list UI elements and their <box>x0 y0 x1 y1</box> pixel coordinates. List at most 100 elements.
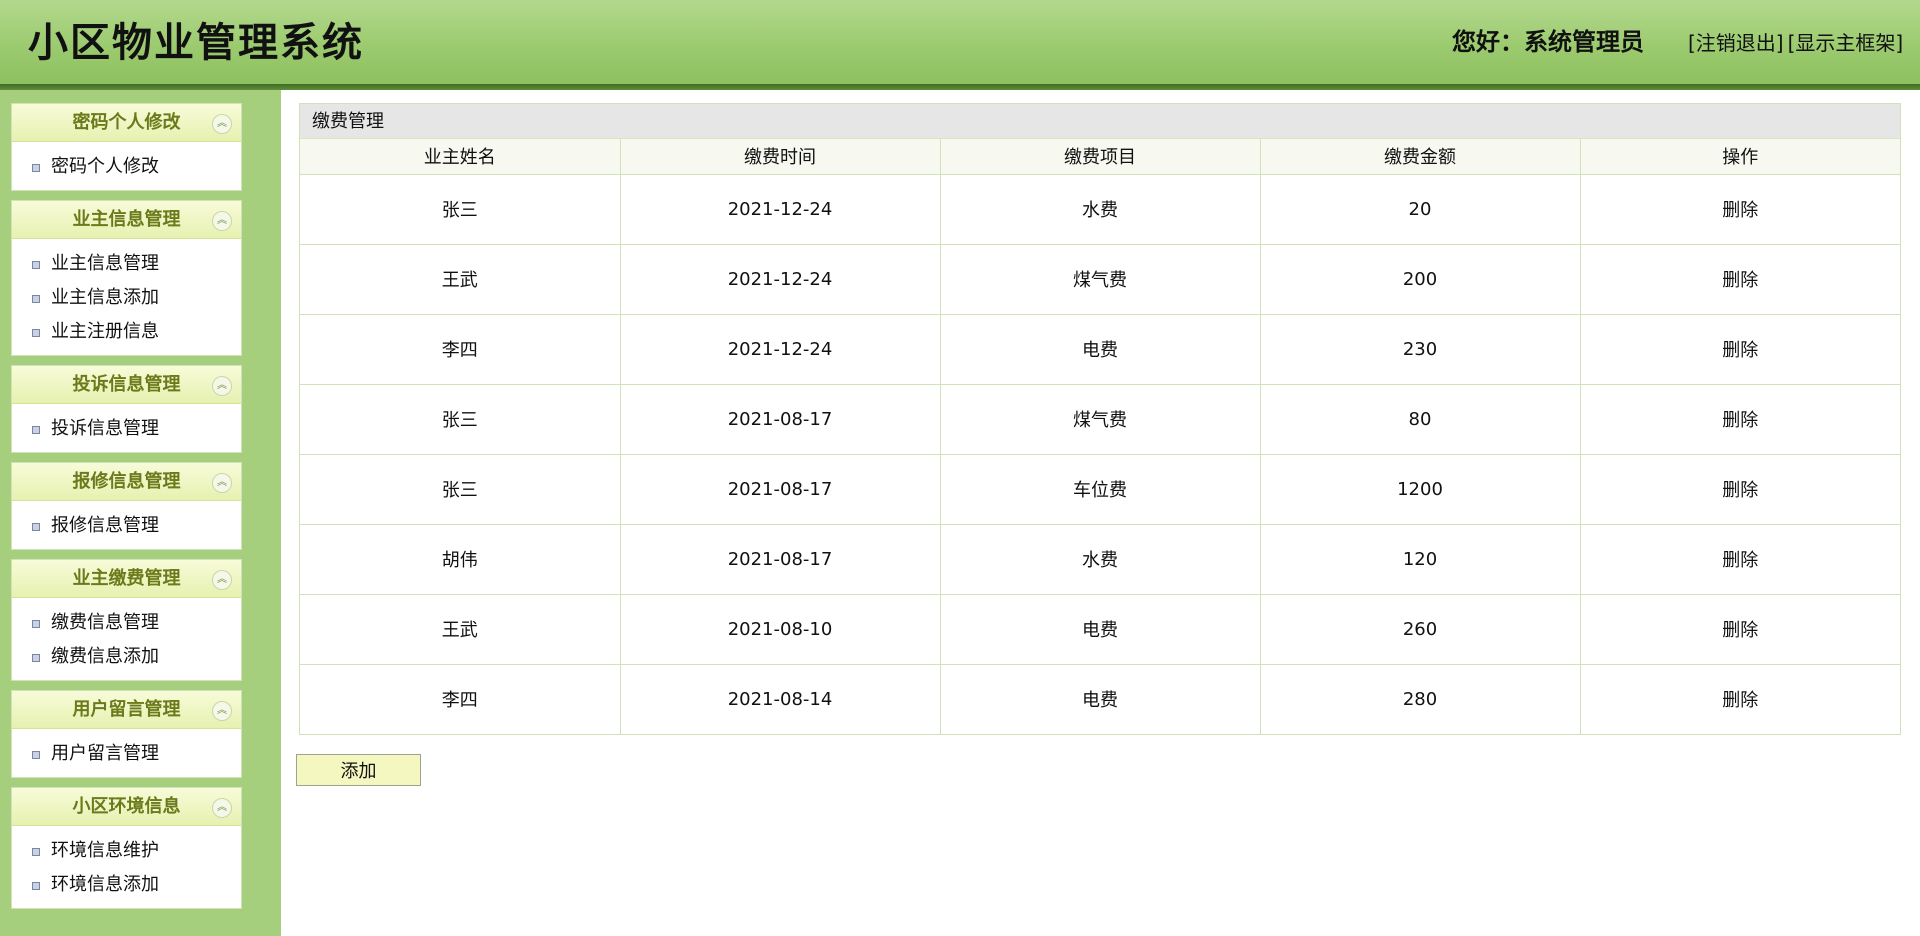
table-row: 张三 2021-12-24 水费 20 删除 <box>300 174 1900 245</box>
menu-group-header[interactable]: 投诉信息管理 ︽ <box>12 366 241 404</box>
sidebar-item-repair-manage[interactable]: 报修信息管理 <box>12 511 241 545</box>
chevron-up-icon[interactable]: ︽ <box>212 376 232 396</box>
payment-item-cell: 电费 <box>940 594 1261 665</box>
payment-amount-cell: 1200 <box>1260 454 1581 525</box>
menu-group-header[interactable]: 用户留言管理 ︽ <box>12 691 241 729</box>
delete-link[interactable]: 删除 <box>1580 454 1900 525</box>
menu-group-title: 报修信息管理 <box>72 471 181 492</box>
payment-item-cell: 水费 <box>940 174 1261 245</box>
menu-group-complaint: 投诉信息管理 ︽ 投诉信息管理 <box>11 365 242 453</box>
menu-group-title: 业主信息管理 <box>72 209 181 230</box>
payment-date-cell: 2021-08-10 <box>620 594 941 665</box>
menu-group-header[interactable]: 业主信息管理 ︽ <box>12 201 241 239</box>
payment-date-cell: 2021-08-17 <box>620 384 941 455</box>
table-row: 王武 2021-08-10 电费 260 删除 <box>300 594 1900 665</box>
delete-link[interactable]: 删除 <box>1580 174 1900 245</box>
greeting-label: 您好： <box>1452 28 1524 56</box>
delete-link[interactable]: 删除 <box>1580 244 1900 315</box>
table-row: 李四 2021-08-14 电费 280 删除 <box>300 664 1900 734</box>
payment-item-cell: 水费 <box>940 524 1261 595</box>
owner-name-cell: 王武 <box>300 594 621 665</box>
sidebar-item-label: 业主注册信息 <box>51 321 159 342</box>
chevron-up-icon[interactable]: ︽ <box>212 701 232 721</box>
payment-panel: 缴费管理 业主姓名 缴费时间 缴费项目 缴费金额 操作 张三 2021-12-2… <box>299 103 1901 735</box>
sidebar-item-label: 环境信息添加 <box>51 874 159 895</box>
payment-amount-cell: 280 <box>1260 664 1581 734</box>
payment-amount-cell: 20 <box>1260 174 1581 245</box>
owner-name-cell: 李四 <box>300 314 621 385</box>
bullet-icon <box>32 523 40 531</box>
sidebar-item-owner-register[interactable]: 业主注册信息 <box>12 317 241 351</box>
payment-item-cell: 煤气费 <box>940 244 1261 315</box>
chevron-up-icon[interactable]: ︽ <box>212 114 232 134</box>
chevron-up-icon[interactable]: ︽ <box>212 570 232 590</box>
sidebar-item-payment-add[interactable]: 缴费信息添加 <box>12 642 241 676</box>
sidebar-item-environment-maintain[interactable]: 环境信息维护 <box>12 836 241 870</box>
bullet-icon <box>32 654 40 662</box>
column-header: 业主姓名 <box>300 139 621 175</box>
owner-name-cell: 张三 <box>300 174 621 245</box>
sidebar-item-label: 投诉信息管理 <box>51 418 159 439</box>
payment-date-cell: 2021-12-24 <box>620 244 941 315</box>
sidebar-item-label: 环境信息维护 <box>51 840 159 861</box>
owner-name-cell: 张三 <box>300 454 621 525</box>
sidebar-item-label: 用户留言管理 <box>51 743 159 764</box>
sidebar-item-password-edit[interactable]: 密码个人修改 <box>12 152 241 186</box>
delete-link[interactable]: 删除 <box>1580 594 1900 665</box>
sidebar-item-label: 业主信息管理 <box>51 253 159 274</box>
table-row: 胡伟 2021-08-17 水费 120 删除 <box>300 524 1900 595</box>
menu-group-environment: 小区环境信息 ︽ 环境信息维护 环境信息添加 <box>11 787 242 909</box>
menu-group-title: 小区环境信息 <box>72 796 181 817</box>
bullet-icon <box>32 751 40 759</box>
bullet-icon <box>32 426 40 434</box>
owner-name-cell: 张三 <box>300 384 621 455</box>
add-button[interactable]: 添加 <box>296 754 421 786</box>
bullet-icon <box>32 164 40 172</box>
delete-link[interactable]: 删除 <box>1580 314 1900 385</box>
payment-date-cell: 2021-08-14 <box>620 664 941 734</box>
bullet-icon <box>32 261 40 269</box>
table-header-row: 业主姓名 缴费时间 缴费项目 缴费金额 操作 <box>300 139 1900 175</box>
bullet-icon <box>32 295 40 303</box>
menu-group-header[interactable]: 小区环境信息 ︽ <box>12 788 241 826</box>
payment-date-cell: 2021-12-24 <box>620 174 941 245</box>
payment-table: 业主姓名 缴费时间 缴费项目 缴费金额 操作 张三 2021-12-24 水费 … <box>300 139 1900 734</box>
delete-link[interactable]: 删除 <box>1580 664 1900 734</box>
sidebar-item-owner-manage[interactable]: 业主信息管理 <box>12 249 241 283</box>
bullet-icon <box>32 848 40 856</box>
delete-link[interactable]: 删除 <box>1580 384 1900 455</box>
payment-date-cell: 2021-08-17 <box>620 454 941 525</box>
show-frame-link[interactable]: [显示主框架] <box>1788 31 1904 55</box>
chevron-up-icon[interactable]: ︽ <box>212 473 232 493</box>
menu-group-payment: 业主缴费管理 ︽ 缴费信息管理 缴费信息添加 <box>11 559 242 681</box>
menu-group-header[interactable]: 密码个人修改 ︽ <box>12 104 241 142</box>
column-header: 缴费金额 <box>1260 139 1581 175</box>
menu-group-message: 用户留言管理 ︽ 用户留言管理 <box>11 690 242 778</box>
sidebar: 密码个人修改 ︽ 密码个人修改 业主信息管理 ︽ 业主信息管理 业主信息添加 业… <box>0 90 281 936</box>
payment-item-cell: 煤气费 <box>940 384 1261 455</box>
sidebar-item-owner-add[interactable]: 业主信息添加 <box>12 283 241 317</box>
header: 小区物业管理系统 您好：系统管理员 [注销退出] [显示主框架] <box>0 0 1920 84</box>
table-row: 张三 2021-08-17 车位费 1200 删除 <box>300 454 1900 525</box>
payment-amount-cell: 80 <box>1260 384 1581 455</box>
logout-link[interactable]: [注销退出] <box>1688 31 1784 55</box>
menu-group-header[interactable]: 业主缴费管理 ︽ <box>12 560 241 598</box>
sidebar-item-payment-manage[interactable]: 缴费信息管理 <box>12 608 241 642</box>
sidebar-item-complaint-manage[interactable]: 投诉信息管理 <box>12 414 241 448</box>
greeting: 您好：系统管理员 <box>1452 26 1644 58</box>
menu-group-header[interactable]: 报修信息管理 ︽ <box>12 463 241 501</box>
owner-name-cell: 王武 <box>300 244 621 315</box>
payment-item-cell: 电费 <box>940 314 1261 385</box>
user-name: 系统管理员 <box>1524 28 1644 56</box>
payment-date-cell: 2021-08-17 <box>620 524 941 595</box>
payment-item-cell: 电费 <box>940 664 1261 734</box>
chevron-up-icon[interactable]: ︽ <box>212 798 232 818</box>
chevron-up-icon[interactable]: ︽ <box>212 211 232 231</box>
sidebar-item-label: 缴费信息添加 <box>51 646 159 667</box>
bullet-icon <box>32 329 40 337</box>
sidebar-item-message-manage[interactable]: 用户留言管理 <box>12 739 241 773</box>
menu-group-password: 密码个人修改 ︽ 密码个人修改 <box>11 103 242 191</box>
sidebar-item-label: 缴费信息管理 <box>51 612 159 633</box>
sidebar-item-environment-add[interactable]: 环境信息添加 <box>12 870 241 904</box>
delete-link[interactable]: 删除 <box>1580 524 1900 595</box>
